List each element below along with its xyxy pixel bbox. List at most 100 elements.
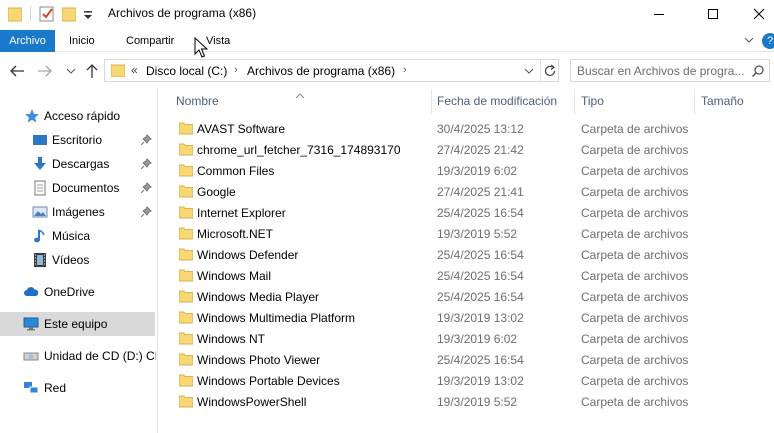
folder-icon [178,226,194,240]
search-input[interactable] [577,63,747,79]
table-row[interactable]: Windows Mail 25/4/2025 16:54 Carpeta de ar… [160,265,774,286]
file-name[interactable]: Windows Photo Viewer [197,353,320,367]
breadcrumb-separator[interactable]: › [234,64,238,76]
ribbon-tabs: Archivo Inicio Compartir Vista ? [0,30,774,52]
column-header-fecha[interactable]: Fecha de modificación [437,94,557,108]
search-box[interactable] [570,59,770,82]
file-name[interactable]: chrome_url_fetcher_7316_174893170 [197,143,401,157]
file-name[interactable]: Windows Portable Devices [197,374,340,388]
file-date: 19/3/2019 6:02 [437,164,518,178]
close-icon[interactable] [736,0,774,28]
file-date: 30/4/2025 13:12 [437,122,524,136]
sidebar-item-label: Documentos [52,181,120,195]
tab-compartir[interactable]: Compartir [118,30,182,52]
sidebar-item-label: Acceso rápido [44,109,121,123]
table-row[interactable]: Internet Explorer 25/4/2025 16:54 Carpeta … [160,202,774,223]
address-dropdown-chevron-icon[interactable] [522,64,536,78]
sidebar-item-este-equipo[interactable]: Este equipo [0,312,155,336]
file-type: Carpeta de archivos [581,185,689,199]
folder-icon [178,394,194,408]
address-bar[interactable]: « Disco local (C:) › Archivos de program… [104,59,559,82]
properties-check-icon[interactable] [39,5,55,23]
sidebar-item-unidad-cd[interactable]: Unidad de CD (D:) CE [0,344,156,368]
pin-icon[interactable] [140,158,152,170]
table-row[interactable]: Windows Defender 25/4/2025 16:54 Carpeta d… [160,244,774,265]
file-name[interactable]: AVAST Software [197,122,285,136]
sidebar-item-label: Descargas [52,157,110,171]
cd-drive-icon [23,348,39,364]
column-divider[interactable] [574,90,575,114]
column-header-tipo[interactable]: Tipo [581,94,604,108]
pin-icon[interactable] [140,182,152,194]
download-icon [32,156,48,172]
table-row[interactable]: Windows Media Player 25/4/2025 16:54 Carpe… [160,286,774,307]
up-arrow-icon[interactable] [83,62,101,80]
table-row[interactable]: Microsoft.NET 19/3/2019 5:52 Carpeta de ar… [160,223,774,244]
file-name[interactable]: Windows Multimedia Platform [197,311,355,325]
address-overflow[interactable]: « [131,63,138,77]
music-icon [32,228,48,244]
table-row[interactable]: Windows Photo Viewer 25/4/2025 16:54 Carpe… [160,349,774,370]
sidebar-item-videos[interactable]: Vídeos [0,248,155,272]
table-row[interactable]: Windows Multimedia Platform 19/3/2019 13:… [160,307,774,328]
file-name[interactable]: Microsoft.NET [197,227,273,241]
file-type: Carpeta de archivos [581,395,689,409]
file-date: 19/3/2019 13:02 [437,374,524,388]
file-type: Carpeta de archivos [581,164,689,178]
sidebar-item-label: Imágenes [52,205,105,219]
customize-down-icon[interactable] [82,5,94,23]
refresh-icon[interactable] [540,60,558,81]
table-row[interactable]: chrome_url_fetcher_7316_174893170 27/4/20… [160,139,774,160]
file-name[interactable]: Common Files [197,164,274,178]
sidebar-item-label: Escritorio [52,133,103,147]
recent-locations-chevron-icon[interactable] [62,62,80,80]
file-name[interactable]: Internet Explorer [197,206,286,220]
back-arrow-icon[interactable] [8,62,26,80]
table-row[interactable]: Windows NT 19/3/2019 6:02 Carpeta de archi… [160,328,774,349]
table-row[interactable]: Windows Portable Devices 19/3/2019 13:02 C… [160,370,774,391]
minimize-icon[interactable] [636,0,682,28]
sidebar-item-imagenes[interactable]: Imágenes [0,200,155,224]
sidebar-item-escritorio[interactable]: Escritorio [0,128,155,152]
file-name[interactable]: Google [197,185,236,199]
table-row[interactable]: AVAST Software 30/4/2025 13:12 Carpeta de … [160,118,774,139]
file-name[interactable]: Windows NT [197,332,265,346]
folder-icon[interactable] [7,5,23,23]
maximize-icon[interactable] [690,0,736,28]
table-row[interactable]: Google 27/4/2025 21:41 Carpeta de archivos [160,181,774,202]
column-divider[interactable] [431,90,432,114]
sidebar-item-musica[interactable]: Música [0,224,155,248]
forward-arrow-icon[interactable] [36,62,54,80]
file-name[interactable]: Windows Media Player [197,290,319,304]
folder-icon [178,184,194,198]
sidebar-item-acceso-rapido[interactable]: Acceso rápido [0,104,155,128]
breadcrumb-separator[interactable]: › [403,64,407,76]
pin-icon[interactable] [140,206,152,218]
file-date: 25/4/2025 16:54 [437,248,524,262]
search-icon[interactable] [751,64,765,78]
pin-icon[interactable] [140,134,152,146]
table-row[interactable]: WindowsPowerShell 19/3/2019 5:52 Carpeta d… [160,391,774,412]
sidebar-item-descargas[interactable]: Descargas [0,152,155,176]
help-icon[interactable]: ? [762,33,774,49]
column-header-nombre[interactable]: Nombre [176,94,219,108]
sidebar-item-documentos[interactable]: Documentos [0,176,155,200]
file-rows: AVAST Software 30/4/2025 13:12 Carpeta de … [160,118,774,412]
table-row[interactable]: Common Files 19/3/2019 6:02 Carpeta de arc… [160,160,774,181]
file-type: Carpeta de archivos [581,311,689,325]
navigation-bar: « Disco local (C:) › Archivos de program… [0,56,774,86]
file-name[interactable]: Windows Defender [197,248,298,262]
expand-ribbon-chevron-icon[interactable] [743,34,755,46]
new-folder-icon[interactable] [61,5,77,23]
desktop-icon [32,132,48,148]
tab-archivo[interactable]: Archivo [0,30,55,52]
breadcrumb-archivos-de-programa[interactable]: Archivos de programa (x86) [247,64,395,78]
tab-inicio[interactable]: Inicio [61,30,103,52]
sidebar-item-onedrive[interactable]: OneDrive [0,280,155,304]
file-name[interactable]: WindowsPowerShell [197,395,306,409]
breadcrumb-disco-local[interactable]: Disco local (C:) [146,64,227,78]
sidebar-item-red[interactable]: Red [0,376,155,400]
column-header-tamano[interactable]: Tamaño [701,94,744,108]
column-divider[interactable] [694,90,695,114]
file-name[interactable]: Windows Mail [197,269,271,283]
